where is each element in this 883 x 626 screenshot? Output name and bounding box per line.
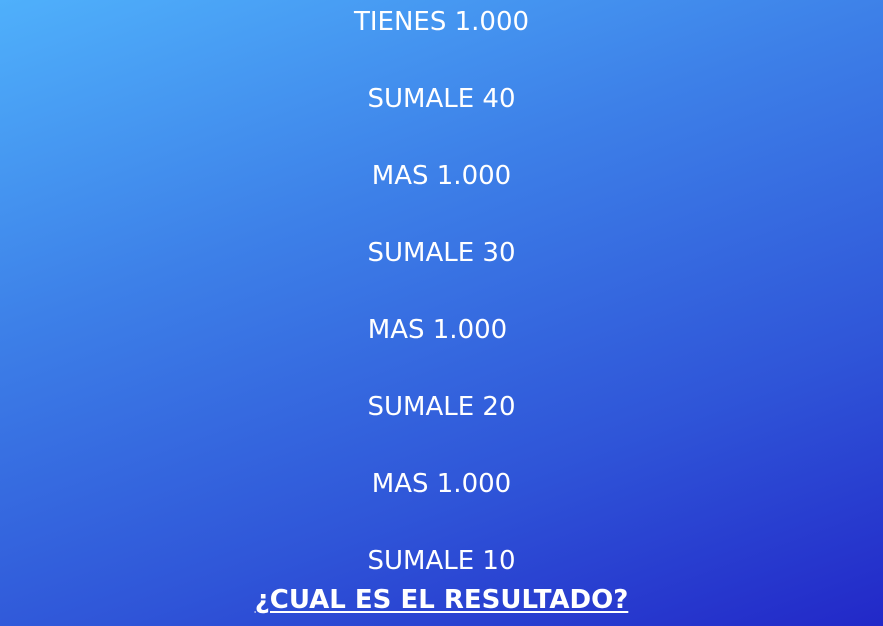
question-text[interactable]: ¿CUAL ES EL RESULTADO? [255, 585, 629, 615]
step-2-text: SUMALE 40 [367, 84, 516, 114]
question-link[interactable]: ¿CUAL ES EL RESULTADO? [0, 585, 883, 615]
step-6-text: SUMALE 20 [367, 392, 516, 422]
math-puzzle: TIENES 1.000 SUMALE 40 MAS 1.000 SUMALE … [0, 0, 883, 626]
step-8-text: SUMALE 10 [367, 546, 516, 576]
step-7-text: MAS 1.000 [371, 469, 512, 499]
step-1-text: TIENES 1.000 [353, 7, 530, 37]
step-3-text: MAS 1.000 [371, 161, 512, 191]
step-5-text: MAS 1.000 [367, 315, 508, 345]
step-4-text: SUMALE 30 [367, 238, 516, 268]
